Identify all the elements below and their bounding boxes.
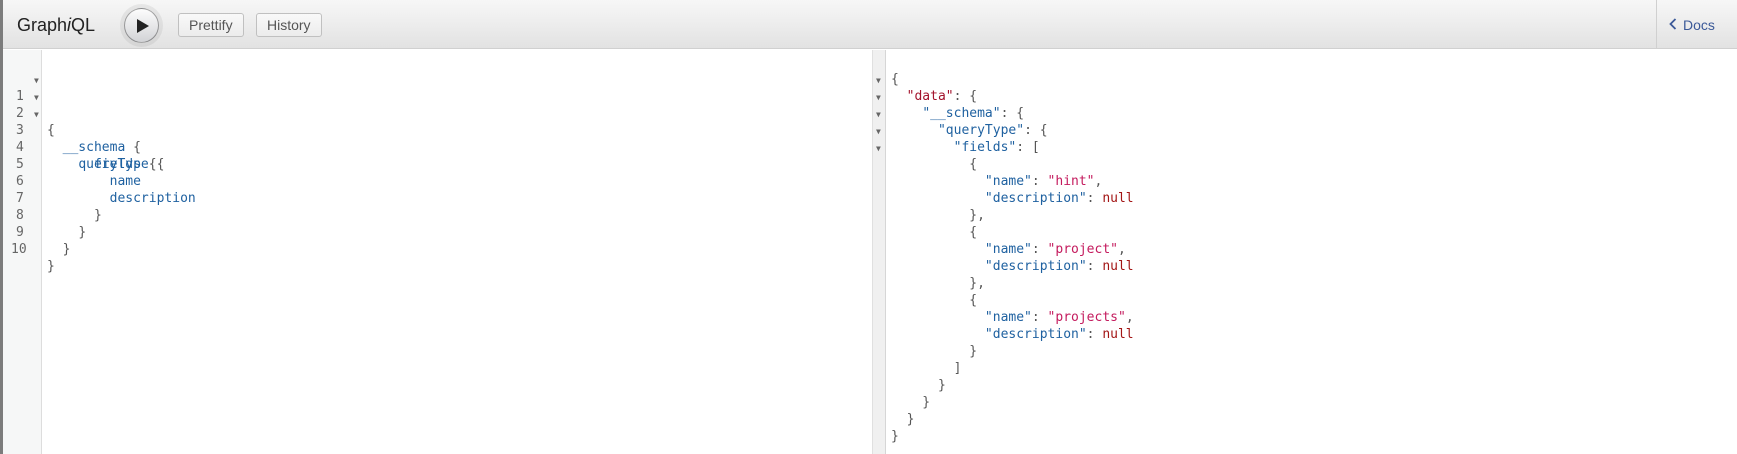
result-code: "fields": [ [953, 140, 1040, 155]
code-line: 5 name [16, 157, 141, 189]
toolbar: GraphiQL Prettify History Docs [3, 0, 1737, 49]
result-code: }, [891, 208, 985, 223]
result-code: "description": null [984, 259, 1134, 274]
result-code: } [891, 378, 946, 393]
result-line: } [887, 377, 1737, 394]
result-line: ▼ "data": { [876, 88, 1737, 105]
result-line: } [887, 428, 1737, 445]
fold-arrow-icon[interactable]: ▼ [34, 106, 39, 123]
result-code: { [891, 72, 899, 87]
chevron-left-icon [1669, 17, 1677, 33]
result-code: "data": { [906, 89, 978, 104]
docs-label: Docs [1683, 17, 1715, 33]
code-line: 4 fields { [16, 140, 157, 172]
fold-arrow-icon[interactable]: ▼ [876, 72, 881, 89]
result-line: } [887, 343, 1737, 360]
result-line: ▼{ [876, 71, 1737, 88]
result-code: { [891, 157, 978, 172]
code-line: 7 } [16, 191, 102, 223]
result-line: ] [887, 360, 1737, 377]
history-button[interactable]: History [256, 13, 322, 37]
code-line: 9 } [16, 225, 71, 257]
fold-arrow-icon[interactable]: ▼ [876, 89, 881, 106]
result-code: "queryType": { [937, 123, 1048, 138]
query-editor[interactable]: 1 ▼ { 2 ▼ __schema { 3 ▼ queryType { 4 f… [3, 50, 871, 454]
result-line: "name": "projects", [887, 309, 1737, 326]
line-number: 10 [11, 242, 27, 257]
app-title: GraphiQL [17, 15, 96, 35]
code-line: 8 } [16, 208, 87, 240]
result-code: } [891, 344, 978, 359]
fold-arrow-icon[interactable]: ▼ [876, 106, 881, 123]
result-line: "name": "project", [887, 241, 1737, 258]
result-code: "description": null [984, 327, 1134, 342]
docs-explorer-toggle: Docs [1656, 0, 1737, 49]
result-code: { [891, 293, 978, 308]
fold-arrow-icon[interactable]: ▼ [34, 89, 39, 106]
result-line: { [887, 292, 1737, 309]
result-line: "description": null [887, 190, 1737, 207]
result-line: ▼ "fields": [ [876, 139, 1737, 156]
result-line: } [887, 394, 1737, 411]
fold-arrow-icon[interactable]: ▼ [34, 72, 39, 89]
fold-arrow-icon[interactable]: ▼ [876, 140, 881, 157]
result-line: ▼ "__schema": { [876, 105, 1737, 122]
code-line: 3 ▼ queryType { [3, 105, 871, 172]
result-code: "name": "hint", [984, 174, 1103, 189]
code-line: 1 ▼ { [3, 71, 871, 138]
result-viewer: ▼{▼ "data": {▼ "__schema": {▼ "queryType… [876, 50, 1737, 454]
result-code: "__schema": { [922, 106, 1025, 121]
result-code: "name": "projects", [984, 310, 1134, 325]
code-line: 2 ▼ __schema { [3, 88, 871, 155]
result-code: "description": null [984, 191, 1134, 206]
docs-button[interactable]: Docs [1669, 17, 1715, 33]
execute-query-button[interactable] [124, 8, 159, 43]
prettify-button[interactable]: Prettify [178, 13, 244, 37]
result-line: { [887, 156, 1737, 173]
result-line: "description": null [887, 258, 1737, 275]
result-line: }, [887, 275, 1737, 292]
result-line: { [887, 224, 1737, 241]
result-code: "name": "project", [984, 242, 1126, 257]
result-line: "description": null [887, 326, 1737, 343]
result-code: } [891, 412, 915, 427]
result-code: }, [891, 276, 985, 291]
result-code: ] [891, 361, 962, 376]
result-code: } [891, 395, 931, 410]
result-line: ▼ "queryType": { [876, 122, 1737, 139]
code-line: 10 } [11, 242, 55, 274]
result-code: } [891, 429, 899, 444]
result-code: { [891, 225, 978, 240]
result-line: "name": "hint", [887, 173, 1737, 190]
play-icon [137, 19, 149, 33]
result-line: }, [887, 207, 1737, 224]
code-line: 6 description [16, 174, 196, 206]
graphiql-app: GraphiQL Prettify History Docs 1 ▼ { 2 ▼ [0, 0, 1737, 454]
result-line: } [887, 411, 1737, 428]
fold-arrow-icon[interactable]: ▼ [876, 123, 881, 140]
